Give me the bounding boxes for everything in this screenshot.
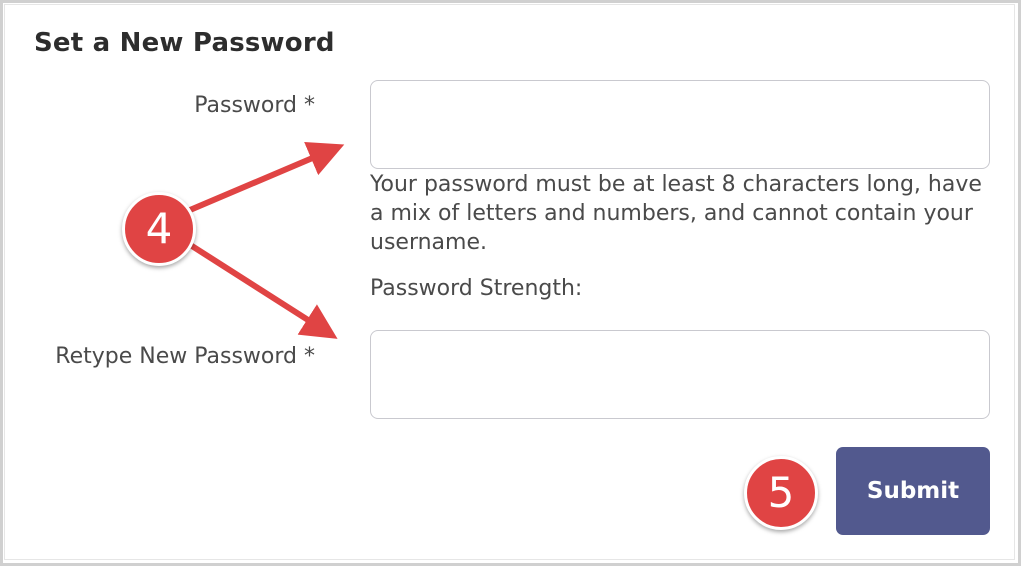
- password-strength-label: Password Strength:: [370, 276, 583, 301]
- password-label: Password *: [194, 93, 315, 118]
- page-title: Set a New Password: [34, 28, 335, 58]
- submit-button[interactable]: Submit: [836, 447, 990, 535]
- password-requirements-hint: Your password must be at least 8 charact…: [370, 172, 982, 255]
- retype-password-input[interactable]: [370, 330, 990, 419]
- password-input[interactable]: [370, 80, 990, 169]
- retype-password-label: Retype New Password *: [55, 344, 315, 369]
- step-4-badge: 4: [122, 192, 196, 266]
- step-5-badge: 5: [744, 456, 818, 530]
